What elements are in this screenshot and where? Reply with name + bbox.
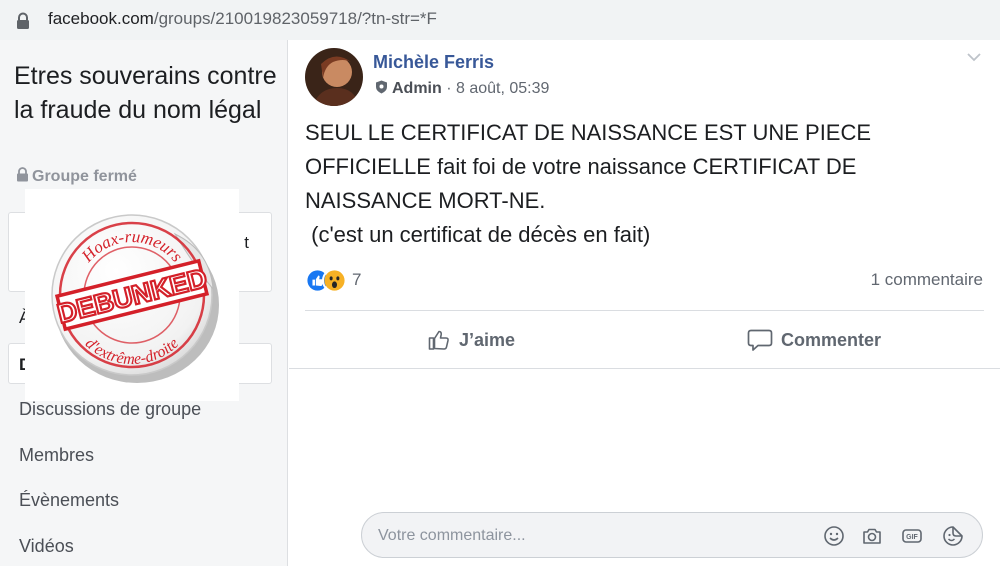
- nav-item-events[interactable]: Évènements: [19, 490, 119, 511]
- nav-item-members[interactable]: Membres: [19, 445, 94, 466]
- nav-item-discussions[interactable]: Discussions de groupe: [19, 399, 201, 420]
- like-button[interactable]: J’aime: [427, 325, 515, 355]
- comment-button[interactable]: Commenter: [747, 325, 881, 355]
- admin-badge-icon: [376, 80, 387, 94]
- wow-icon: [322, 267, 347, 293]
- post-text-line: NAISSANCE MORT-NE.: [305, 188, 546, 213]
- comment-count-link[interactable]: 1 commentaire: [871, 270, 983, 290]
- thumbs-up-icon: [428, 330, 449, 350]
- avatar[interactable]: [305, 48, 363, 106]
- lock-icon: [17, 12, 29, 29]
- post-author[interactable]: Michèle Ferris: [373, 52, 494, 73]
- debunked-stamp: Hoax-rumeurs d'extrême-droite DEBUNKED: [51, 214, 219, 383]
- sticker-icon[interactable]: [942, 525, 964, 547]
- url-path: /groups/210019823059718/?tn-str=*F: [153, 9, 437, 28]
- camera-icon[interactable]: [861, 525, 883, 547]
- chevron-down-icon[interactable]: [966, 52, 982, 62]
- lock-icon: [17, 167, 28, 182]
- browser-url-bar[interactable]: facebook.com/groups/210019823059718/?tn-…: [0, 0, 1000, 40]
- admin-role: Admin: [392, 80, 442, 97]
- debunked-stamp-overlay: Hoax-rumeurs d'extrême-droite DEBUNKED: [25, 189, 239, 401]
- url-host: facebook.com: [48, 9, 154, 28]
- post-timestamp[interactable]: 8 août, 05:39: [456, 80, 549, 97]
- emoji-icon[interactable]: [823, 525, 845, 547]
- divider: [305, 310, 984, 311]
- reactions-summary[interactable]: 7: [305, 267, 361, 293]
- group-privacy-status: Groupe fermé: [16, 167, 137, 186]
- nav-item-videos[interactable]: Vidéos: [19, 536, 74, 557]
- group-status-label: Groupe fermé: [32, 168, 137, 185]
- url-text[interactable]: facebook.com/groups/210019823059718/?tn-…: [48, 9, 437, 29]
- reaction-count: 7: [352, 270, 362, 289]
- card-partial-text: t: [244, 233, 249, 252]
- svg-text:GIF: GIF: [906, 534, 918, 541]
- group-post: Michèle Ferris Admin · 8 août, 05:39 SEU…: [289, 40, 1000, 566]
- like-label: J’aime: [459, 329, 516, 350]
- post-text-line: (c'est un certificat de décès en fait): [305, 222, 651, 247]
- comment-composer[interactable]: GIF: [361, 512, 983, 558]
- group-name[interactable]: Etres souverains contre la fraude du nom…: [14, 59, 279, 127]
- comment-icon: [747, 329, 773, 351]
- comment-label: Commenter: [781, 329, 882, 350]
- post-meta: Admin · 8 août, 05:39: [375, 80, 549, 98]
- post-text-line: SEUL LE CERTIFICAT DE NAISSANCE EST UNE …: [305, 120, 872, 145]
- post-body: SEUL LE CERTIFICAT DE NAISSANCE EST UNE …: [305, 116, 985, 252]
- post-text-line: OFFICIELLE fait foi de votre naissance C…: [305, 154, 857, 179]
- gif-icon[interactable]: GIF: [901, 525, 923, 547]
- comment-input[interactable]: [378, 524, 798, 548]
- divider: [289, 368, 1000, 369]
